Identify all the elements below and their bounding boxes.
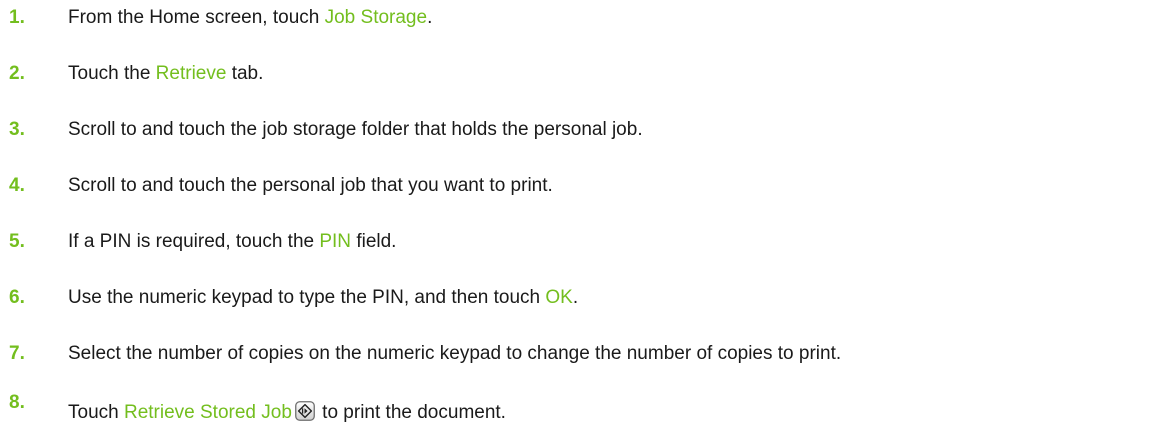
- job-storage-link[interactable]: Job Storage: [325, 7, 427, 28]
- step-3: 3. Scroll to and touch the job storage f…: [0, 112, 1162, 148]
- step-text: Scroll to and touch the personal job tha…: [68, 175, 553, 196]
- step-number: 3.: [9, 119, 25, 140]
- step-6: 6. Use the numeric keypad to type the PI…: [0, 280, 1162, 316]
- step-text-before: Touch: [68, 402, 124, 423]
- pin-field-link[interactable]: PIN: [319, 231, 351, 252]
- step-text: From the Home screen, touch Job Storage.: [68, 6, 432, 30]
- step-text-after: tab.: [226, 63, 264, 84]
- start-button-icon: [295, 401, 315, 428]
- step-number: 4.: [9, 175, 25, 196]
- step-text: Use the numeric keypad to type the PIN, …: [68, 286, 578, 310]
- step-text-after: .: [572, 287, 579, 308]
- step-text: If a PIN is required, touch the PIN fiel…: [68, 230, 396, 254]
- step-text-before: Touch the: [68, 63, 156, 84]
- instruction-steps: 1. From the Home screen, touch Job Stora…: [0, 0, 1162, 431]
- step-number: 6.: [9, 287, 25, 308]
- ok-button-link[interactable]: OK: [545, 287, 572, 308]
- retrieve-tab-link[interactable]: Retrieve: [156, 63, 227, 84]
- step-text-after: field.: [351, 231, 397, 252]
- step-text: Scroll to and touch the job storage fold…: [68, 119, 643, 140]
- step-number: 1.: [9, 7, 25, 28]
- step-number: 2.: [9, 63, 25, 84]
- step-8: 8. Touch Retrieve Stored Job to print th…: [0, 392, 1162, 429]
- step-text-after: to print the document.: [316, 402, 506, 423]
- retrieve-stored-job-link[interactable]: Retrieve Stored Job: [124, 402, 292, 423]
- step-number: 7.: [9, 343, 25, 364]
- step-text-before: If a PIN is required, touch the: [68, 231, 320, 252]
- step-text: Select the number of copies on the numer…: [68, 343, 842, 364]
- step-5: 5. If a PIN is required, touch the PIN f…: [0, 224, 1162, 260]
- step-text-before: Use the numeric keypad to type the PIN, …: [68, 287, 546, 308]
- step-text-after: .: [427, 7, 433, 28]
- step-2: 2. Touch the Retrieve tab.: [0, 56, 1162, 92]
- step-1: 1. From the Home screen, touch Job Stora…: [0, 0, 1162, 36]
- step-number: 8.: [9, 392, 25, 413]
- step-text: Touch Retrieve Stored Job to print the d…: [68, 401, 506, 428]
- step-text: Touch the Retrieve tab.: [68, 62, 263, 86]
- step-number: 5.: [9, 231, 25, 252]
- step-4: 4. Scroll to and touch the personal job …: [0, 168, 1162, 204]
- step-7: 7. Select the number of copies on the nu…: [0, 336, 1162, 372]
- step-text-before: From the Home screen, touch: [68, 7, 325, 28]
